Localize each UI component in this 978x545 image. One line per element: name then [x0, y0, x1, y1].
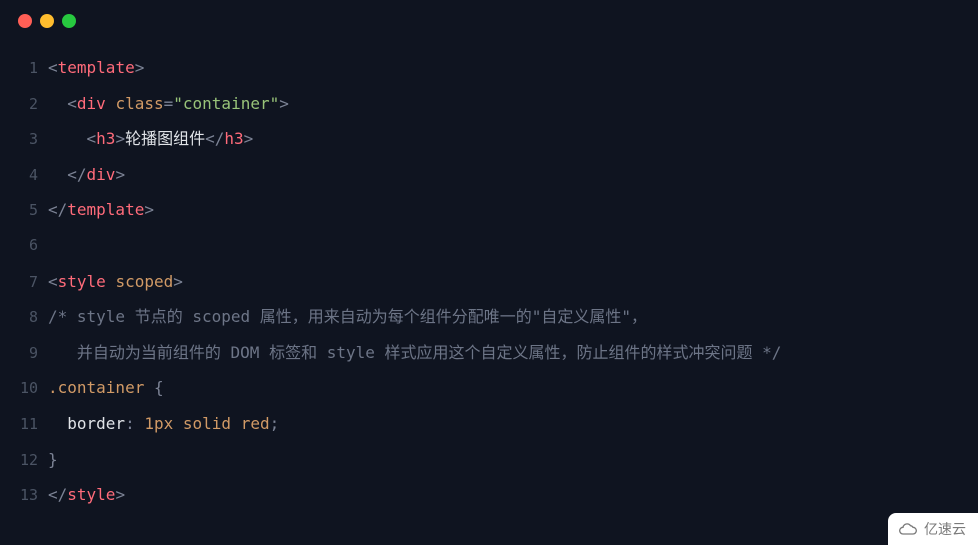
code-line[interactable]: 1<template>	[0, 50, 978, 86]
code-line[interactable]: 13</style>	[0, 477, 978, 513]
code-line[interactable]: 2 <div class="container">	[0, 86, 978, 122]
code-line[interactable]: 4 </div>	[0, 157, 978, 193]
watermark: 亿速云	[888, 513, 978, 545]
code-content[interactable]: <style scoped>	[48, 264, 978, 300]
code-line[interactable]: 11 border: 1px solid red;	[0, 406, 978, 442]
code-content[interactable]: 并自动为当前组件的 DOM 标签和 style 样式应用这个自定义属性，防止组件…	[48, 335, 978, 371]
code-content[interactable]: .container {	[48, 370, 978, 406]
code-line[interactable]: 9 并自动为当前组件的 DOM 标签和 style 样式应用这个自定义属性，防止…	[0, 335, 978, 371]
code-line[interactable]: 8/* style 节点的 scoped 属性，用来自动为每个组件分配唯一的"自…	[0, 299, 978, 335]
code-content[interactable]: <template>	[48, 50, 978, 86]
line-number: 1	[0, 51, 48, 87]
close-dot[interactable]	[18, 14, 32, 28]
code-content[interactable]: <div class="container">	[48, 86, 978, 122]
cloud-icon	[898, 522, 918, 536]
code-line[interactable]: 6	[0, 228, 978, 264]
code-line[interactable]: 10.container {	[0, 370, 978, 406]
code-content[interactable]: /* style 节点的 scoped 属性，用来自动为每个组件分配唯一的"自定…	[48, 299, 978, 335]
line-number: 6	[0, 228, 48, 264]
code-editor[interactable]: 1<template>2 <div class="container">3 <h…	[0, 28, 978, 513]
line-number: 11	[0, 407, 48, 443]
code-content[interactable]: }	[48, 442, 978, 478]
line-number: 13	[0, 478, 48, 514]
code-content[interactable]: <h3>轮播图组件</h3>	[48, 121, 978, 157]
line-number: 9	[0, 336, 48, 372]
line-number: 12	[0, 443, 48, 479]
watermark-text: 亿速云	[924, 519, 966, 539]
code-content[interactable]: border: 1px solid red;	[48, 406, 978, 442]
line-number: 4	[0, 158, 48, 194]
code-line[interactable]: 7<style scoped>	[0, 264, 978, 300]
line-number: 7	[0, 265, 48, 301]
code-content[interactable]: </style>	[48, 477, 978, 513]
line-number: 8	[0, 300, 48, 336]
code-line[interactable]: 3 <h3>轮播图组件</h3>	[0, 121, 978, 157]
window-traffic-lights	[0, 0, 978, 28]
line-number: 2	[0, 87, 48, 123]
minimize-dot[interactable]	[40, 14, 54, 28]
line-number: 5	[0, 193, 48, 229]
code-line[interactable]: 5</template>	[0, 192, 978, 228]
line-number: 10	[0, 371, 48, 407]
code-line[interactable]: 12}	[0, 442, 978, 478]
code-content[interactable]: </div>	[48, 157, 978, 193]
code-content[interactable]: </template>	[48, 192, 978, 228]
maximize-dot[interactable]	[62, 14, 76, 28]
line-number: 3	[0, 122, 48, 158]
